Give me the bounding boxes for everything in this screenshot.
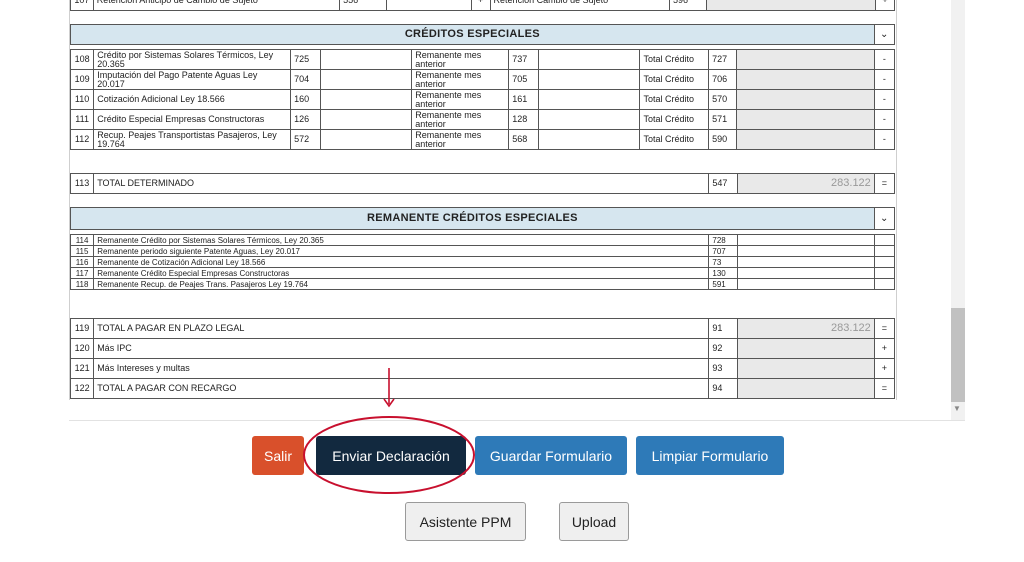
red-ellipse-highlight <box>303 416 475 494</box>
red-arrow-down-icon <box>383 368 395 408</box>
annotation-overlay <box>303 368 475 494</box>
form-viewport: 107 Retención Anticipo de Cambio de Suje… <box>0 0 1024 562</box>
